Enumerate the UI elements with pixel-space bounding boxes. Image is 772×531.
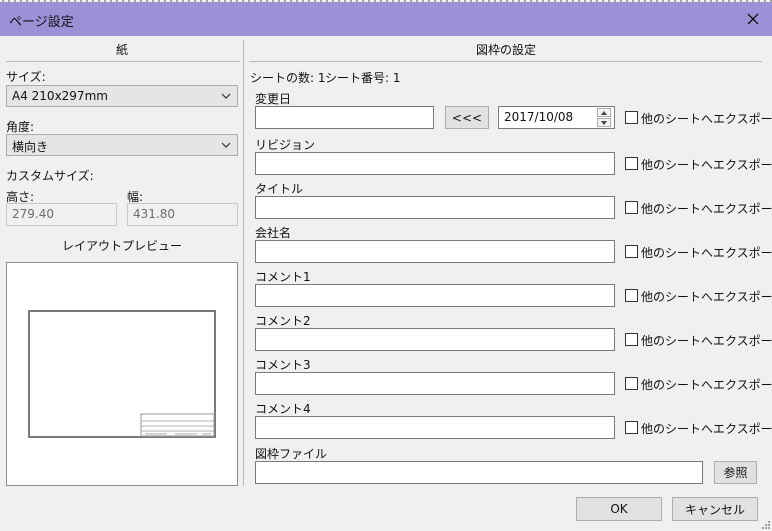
chevron-down-icon (221, 93, 231, 99)
export-checkbox-change-date[interactable] (625, 111, 638, 124)
field-label-comment2: コメント2 (255, 314, 311, 328)
spin-down-button[interactable] (597, 118, 611, 127)
revision-input[interactable] (255, 152, 615, 175)
field-label-change-date: 変更日 (255, 92, 292, 106)
sheet-count: シートの数: 1 (250, 71, 326, 85)
frame-divider (249, 61, 762, 62)
size-value: A4 210x297mm (12, 89, 108, 103)
export-label: 他のシートへエクスポート (641, 246, 772, 260)
date-pick-button[interactable]: <<< (445, 106, 489, 129)
field-label-comment3: コメント3 (255, 358, 311, 372)
chevron-down-icon (221, 142, 231, 148)
export-checkbox-comment1[interactable] (625, 289, 638, 302)
export-checkbox-title[interactable] (625, 201, 638, 214)
company-input[interactable] (255, 240, 615, 263)
field-label-comment1: コメント1 (255, 270, 311, 284)
field-label-title: タイトル (255, 182, 304, 196)
comment1-input[interactable] (255, 284, 615, 307)
export-label: 他のシートへエクスポート (641, 290, 772, 304)
field-label-comment4: コメント4 (255, 402, 311, 416)
export-label: 他のシートへエクスポート (641, 334, 772, 348)
export-checkbox-company[interactable] (625, 245, 638, 258)
resize-grip-icon[interactable] (760, 519, 770, 529)
frame-file-label: 図枠ファイル (255, 447, 328, 461)
field-label-revision: リビジョン (255, 138, 316, 152)
title-bar: ページ設定 (0, 2, 772, 36)
close-icon (747, 13, 759, 25)
section-separator (243, 40, 244, 486)
sheet-number: シート番号: 1 (325, 71, 401, 85)
frame-file-input[interactable] (255, 461, 703, 484)
custom-size-label: カスタムサイズ: (6, 169, 94, 183)
export-label: 他のシートへエクスポート (641, 422, 772, 436)
ok-button[interactable]: OK (576, 497, 662, 521)
preview-label: レイアウトプレビュー (61, 239, 182, 253)
page-preview-drawing (28, 310, 216, 438)
export-label: 他のシートへエクスポート (641, 112, 772, 126)
comment2-input[interactable] (255, 328, 615, 351)
close-button[interactable] (738, 5, 768, 33)
export-checkbox-revision[interactable] (625, 157, 638, 170)
export-label: 他のシートへエクスポート (641, 378, 772, 392)
date-value: 2017/10/08 (504, 110, 574, 124)
export-checkbox-comment2[interactable] (625, 333, 638, 346)
export-label: 他のシートへエクスポート (641, 158, 772, 172)
export-checkbox-comment3[interactable] (625, 377, 638, 390)
window-title: ページ設定 (9, 15, 74, 30)
export-label: 他のシートへエクスポート (641, 202, 772, 216)
frame-section-title: 図枠の設定 (475, 43, 536, 57)
size-label: サイズ: (6, 70, 46, 84)
cancel-button[interactable]: キャンセル (672, 497, 758, 521)
width-input[interactable]: 431.80 (127, 203, 238, 226)
spin-up-button[interactable] (597, 108, 611, 117)
angle-value: 横向き (12, 140, 49, 154)
paper-divider (6, 61, 240, 62)
browse-button[interactable]: 参照 (714, 461, 757, 484)
change-date-input[interactable] (255, 106, 434, 129)
triangle-up-icon (601, 110, 607, 115)
triangle-down-icon (601, 120, 607, 125)
field-label-company: 会社名 (255, 226, 292, 240)
angle-dropdown[interactable]: 横向き (6, 134, 238, 156)
comment4-input[interactable] (255, 416, 615, 439)
height-input[interactable]: 279.40 (6, 203, 117, 226)
export-checkbox-comment4[interactable] (625, 421, 638, 434)
date-spinner[interactable] (597, 108, 611, 127)
angle-label: 角度: (6, 120, 35, 134)
paper-section-title: 紙 (115, 43, 128, 57)
layout-preview (6, 262, 238, 486)
comment3-input[interactable] (255, 372, 615, 395)
size-dropdown[interactable]: A4 210x297mm (6, 85, 238, 107)
title-input[interactable] (255, 196, 615, 219)
